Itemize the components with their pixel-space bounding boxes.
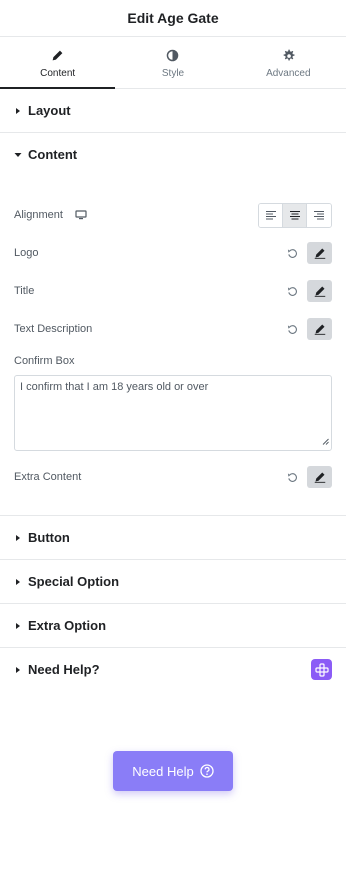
pencil-icon [51, 48, 65, 62]
text-description-label: Text Description [14, 323, 93, 335]
section-title: Layout [28, 103, 71, 118]
section-layout: Layout [0, 89, 346, 133]
pencil-icon [314, 248, 325, 259]
section-special-option: Special Option [0, 560, 346, 604]
tab-label: Content [40, 68, 76, 79]
tab-label: Advanced [266, 68, 311, 79]
extra-content-label: Extra Content [14, 471, 82, 483]
section-button: Button [0, 516, 346, 560]
edit-extra-content-button[interactable] [307, 466, 332, 488]
panel-header: Edit Age Gate [0, 0, 346, 37]
caret-right-icon [14, 621, 24, 631]
confirm-box-textarea[interactable]: I confirm that I am 18 years old or over [14, 375, 332, 451]
align-right-icon [314, 211, 324, 220]
section-title: Button [28, 530, 70, 545]
extra-content-control: Extra Content [14, 465, 332, 489]
section-need-help-toggle[interactable]: Need Help? [0, 648, 346, 691]
section-button-toggle[interactable]: Button [0, 516, 346, 559]
text-description-control: Text Description [14, 317, 332, 341]
caret-down-icon [14, 150, 24, 160]
desktop-icon[interactable] [75, 210, 87, 220]
title-label: Title [14, 285, 35, 297]
tab-content[interactable]: Content [0, 37, 116, 89]
align-left-button[interactable] [259, 203, 283, 227]
alignment-control: Alignment [14, 202, 332, 228]
caret-right-icon [14, 533, 24, 543]
logo-actions [285, 242, 332, 264]
text-description-actions [285, 318, 332, 340]
alignment-button-group [258, 202, 332, 228]
alignment-label: Alignment [14, 209, 63, 221]
pencil-icon [314, 472, 325, 483]
tab-style[interactable]: Style [115, 37, 230, 88]
question-circle-icon [200, 764, 214, 778]
panel-title: Edit Age Gate [127, 10, 219, 26]
pencil-icon [314, 324, 325, 335]
section-title: Need Help? [28, 662, 100, 677]
gear-icon [281, 48, 295, 62]
resize-grip-icon[interactable] [322, 436, 329, 448]
section-layout-toggle[interactable]: Layout [0, 89, 346, 132]
section-content: Content Alignment Logo Title Text Descri… [0, 133, 346, 516]
pencil-icon [314, 286, 325, 297]
section-extra-option-toggle[interactable]: Extra Option [0, 604, 346, 647]
section-title: Extra Option [28, 618, 107, 633]
section-extra-option: Extra Option [0, 604, 346, 648]
tab-label: Style [161, 68, 185, 79]
align-center-button[interactable] [283, 203, 307, 227]
confirm-box-value: I confirm that I am 18 years old or over [20, 381, 209, 393]
contrast-icon [166, 48, 180, 62]
reset-icon[interactable] [285, 246, 299, 260]
reset-icon[interactable] [285, 470, 299, 484]
section-title: Content [28, 147, 78, 162]
confirm-box-label: Confirm Box [14, 355, 75, 367]
caret-right-icon [14, 106, 24, 116]
caret-right-icon [14, 577, 24, 587]
align-right-button[interactable] [307, 203, 331, 227]
edit-title-button[interactable] [307, 280, 332, 302]
reset-icon[interactable] [285, 322, 299, 336]
logo-control: Logo [14, 241, 332, 265]
title-actions [285, 280, 332, 302]
section-need-help: Need Help? [0, 648, 346, 691]
reset-icon[interactable] [285, 284, 299, 298]
content-controls: Alignment Logo Title Text Description Co… [0, 176, 346, 515]
align-center-icon [289, 211, 300, 220]
section-title: Special Option [28, 574, 120, 589]
need-help-button[interactable]: Need Help [113, 751, 233, 791]
extra-content-actions [285, 466, 332, 488]
section-content-toggle[interactable]: Content [0, 133, 346, 176]
edit-logo-button[interactable] [307, 242, 332, 264]
logo-label: Logo [14, 247, 39, 259]
align-left-icon [265, 211, 276, 220]
need-help-label: Need Help [132, 763, 194, 779]
section-special-option-toggle[interactable]: Special Option [0, 560, 346, 603]
plugin-badge-icon[interactable] [311, 659, 332, 680]
alignment-label-wrap: Alignment [14, 209, 87, 221]
need-help-floating: Need Help [113, 751, 233, 791]
tab-bar: Content Style Advanced [0, 37, 346, 89]
edit-text-description-button[interactable] [307, 318, 332, 340]
tab-advanced[interactable]: Advanced [231, 37, 346, 88]
confirm-box-control: Confirm Box I confirm that I am 18 years… [14, 355, 332, 451]
title-control: Title [14, 279, 332, 303]
caret-right-icon [14, 665, 24, 675]
